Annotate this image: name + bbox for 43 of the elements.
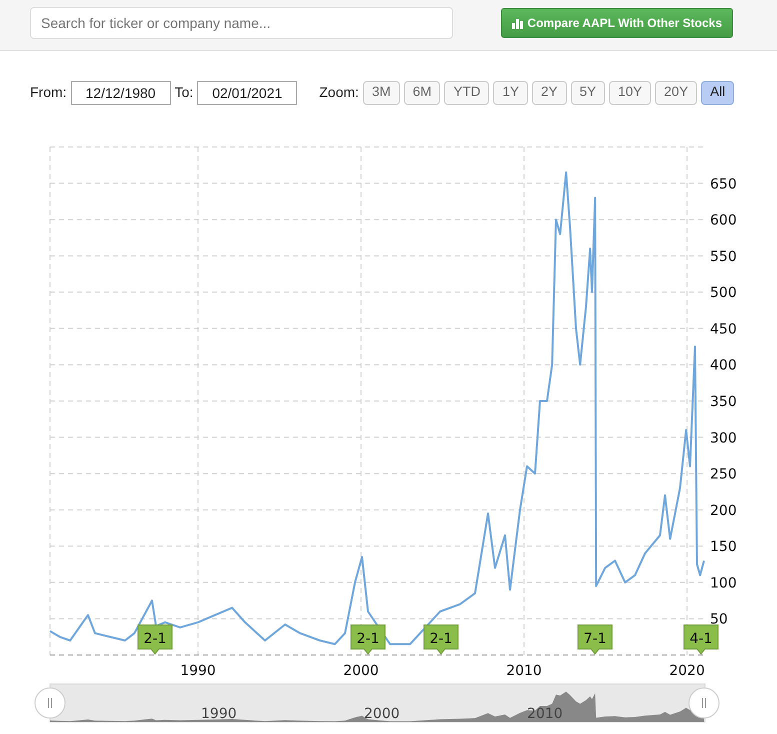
split-flag[interactable]: 2-1: [350, 624, 386, 655]
zoom-button[interactable]: All: [701, 80, 734, 104]
range-handle[interactable]: [688, 688, 720, 718]
zoom-button[interactable]: 3M: [362, 80, 400, 104]
axis-label: 350: [710, 394, 737, 410]
axis-label: 650: [710, 176, 737, 192]
axis-label: 550: [710, 248, 737, 265]
navigator-label: 1990: [201, 706, 237, 722]
zoom-button[interactable]: 6M: [404, 80, 440, 104]
axis-label: 1990: [180, 663, 216, 679]
navigator-label: 2010: [527, 706, 563, 722]
zoom-button[interactable]: 2Y: [532, 80, 566, 104]
split-flag[interactable]: 2-1: [138, 624, 172, 655]
axis-label: 500: [710, 285, 737, 302]
zoom-label: Zoom:: [319, 83, 359, 102]
from-date-field[interactable]: 12/12/1980: [70, 80, 171, 104]
zoom-button[interactable]: YTD: [444, 80, 490, 104]
search-field[interactable]: Search for ticker or company name...: [30, 7, 453, 39]
split-flag[interactable]: 4-1: [684, 624, 718, 655]
axis-label: 200: [710, 502, 737, 519]
zoom-button[interactable]: 10Y: [609, 80, 652, 104]
navigator-label: 2000: [364, 706, 400, 722]
split-flag[interactable]: 2-1: [424, 624, 458, 655]
axis-label: 400: [710, 358, 737, 374]
axis-label: 600: [710, 212, 737, 229]
compare-button[interactable]: Compare AAPL With Other Stocks: [501, 8, 733, 38]
axis-label: 300: [710, 430, 737, 446]
axis-label: 450: [710, 321, 737, 338]
range-handle[interactable]: [34, 688, 66, 718]
axis-label: 250: [710, 466, 737, 483]
axis-label: 2010: [506, 663, 542, 679]
zoom-button[interactable]: 1Y: [493, 80, 528, 104]
to-date-field[interactable]: 02/01/2021: [197, 80, 298, 104]
axis-label: 150: [710, 539, 737, 556]
zoom-button[interactable]: 5Y: [570, 80, 606, 104]
split-flag[interactable]: 7-1: [578, 624, 612, 655]
bar-chart-icon: [512, 18, 524, 28]
axis-label: 2000: [343, 663, 379, 679]
zoom-button[interactable]: 20Y: [655, 80, 698, 104]
from-label: From:: [30, 83, 67, 102]
axis-label: 2020: [669, 663, 705, 679]
axis-label: 100: [710, 575, 737, 592]
to-label: To:: [174, 83, 194, 102]
